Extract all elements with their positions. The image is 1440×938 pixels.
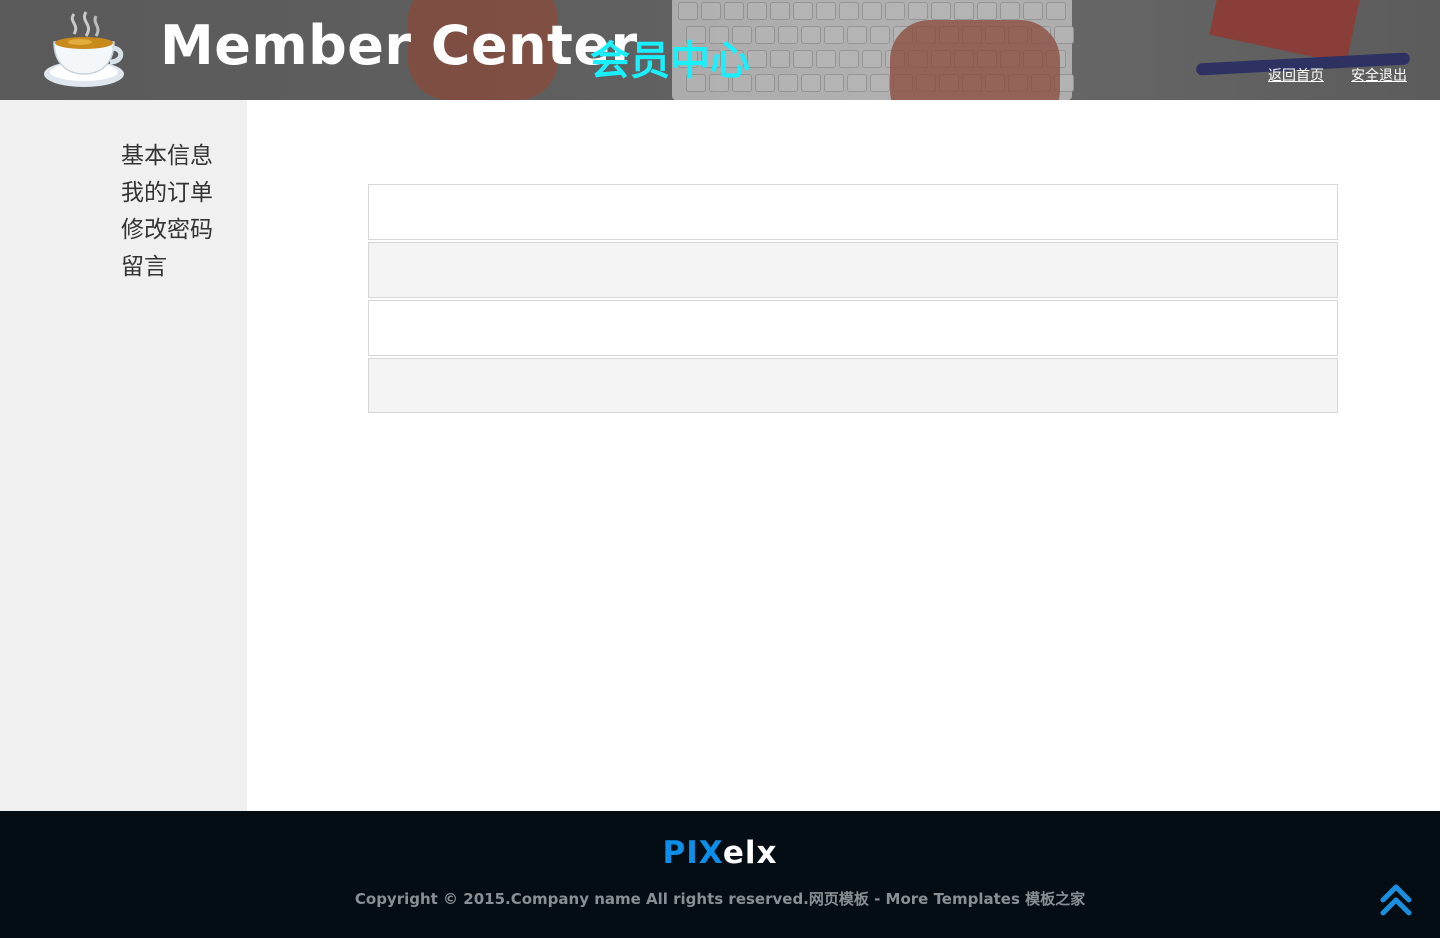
logo-part-blue: PIX <box>662 835 723 871</box>
main-content <box>247 100 1440 811</box>
coffee-cup-icon <box>44 11 124 87</box>
keyboard-key-decoration <box>870 26 890 44</box>
footer: PIXelx Copyright © 2015.Company name All… <box>0 811 1440 938</box>
keyboard-key-decoration <box>701 2 721 20</box>
keyboard-key-decoration <box>1000 2 1020 20</box>
sidebar-item-basic-info[interactable]: 基本信息 <box>121 138 213 175</box>
keyboard-key-decoration <box>747 2 767 20</box>
keyboard-key-decoration <box>793 50 813 68</box>
keyboard-key-decoration <box>778 26 798 44</box>
home-link[interactable]: 返回首页 <box>1268 65 1324 85</box>
sidebar-menu: 基本信息 我的订单 修改密码 留言 <box>121 138 213 286</box>
table-row <box>368 300 1338 356</box>
keyboard-key-decoration <box>839 50 859 68</box>
info-table <box>368 184 1338 415</box>
keyboard-key-decoration <box>847 74 867 92</box>
keyboard-key-decoration <box>862 2 882 20</box>
logo-part-white: elx <box>722 835 778 871</box>
keyboard-key-decoration <box>747 50 767 68</box>
sidebar-item-my-orders[interactable]: 我的订单 <box>121 175 213 212</box>
sidebar-item-change-password[interactable]: 修改密码 <box>121 212 213 249</box>
keyboard-key-decoration <box>793 2 813 20</box>
keyboard-key-decoration <box>801 26 821 44</box>
keyboard-key-decoration <box>1023 2 1043 20</box>
keyboard-key-decoration <box>1054 26 1074 44</box>
keyboard-key-decoration <box>931 2 951 20</box>
table-row <box>368 242 1338 298</box>
keyboard-key-decoration <box>678 2 698 20</box>
keyboard-key-decoration <box>816 2 836 20</box>
keyboard-key-decoration <box>954 2 974 20</box>
page-title: Member Center <box>160 14 638 77</box>
keyboard-key-decoration <box>862 50 882 68</box>
page-title-chinese: 会员中心 <box>590 38 750 84</box>
keyboard-key-decoration <box>755 74 775 92</box>
table-row <box>368 184 1338 240</box>
keyboard-key-decoration <box>755 26 775 44</box>
keyboard-key-decoration <box>816 50 836 68</box>
keyboard-key-decoration <box>724 2 744 20</box>
keyboard-key-decoration <box>847 26 867 44</box>
keyboard-key-decoration <box>770 2 790 20</box>
copyright-text: Copyright © 2015.Company name All rights… <box>354 890 1086 908</box>
keyboard-key-decoration <box>770 50 790 68</box>
footer-logo: PIXelx <box>0 835 1440 871</box>
book-background-image <box>1209 0 1361 64</box>
logout-link[interactable]: 安全退出 <box>1351 65 1407 85</box>
keyboard-key-decoration <box>839 2 859 20</box>
keyboard-key-decoration <box>824 26 844 44</box>
keyboard-key-decoration <box>870 74 890 92</box>
keyboard-key-decoration <box>1046 2 1066 20</box>
keyboard-key-decoration <box>824 74 844 92</box>
right-hand-background-image <box>890 20 1060 100</box>
keyboard-key-decoration <box>885 2 905 20</box>
keyboard-key-decoration <box>778 74 798 92</box>
keyboard-key-decoration <box>908 2 928 20</box>
keyboard-key-decoration <box>801 74 821 92</box>
sidebar: 基本信息 我的订单 修改密码 留言 <box>0 100 247 811</box>
sidebar-item-messages[interactable]: 留言 <box>121 249 213 286</box>
double-chevron-up-icon[interactable] <box>1380 882 1412 918</box>
header-banner: Member Center 会员中心 返回首页 安全退出 <box>0 0 1440 100</box>
table-row <box>368 358 1338 413</box>
keyboard-key-decoration <box>977 2 997 20</box>
